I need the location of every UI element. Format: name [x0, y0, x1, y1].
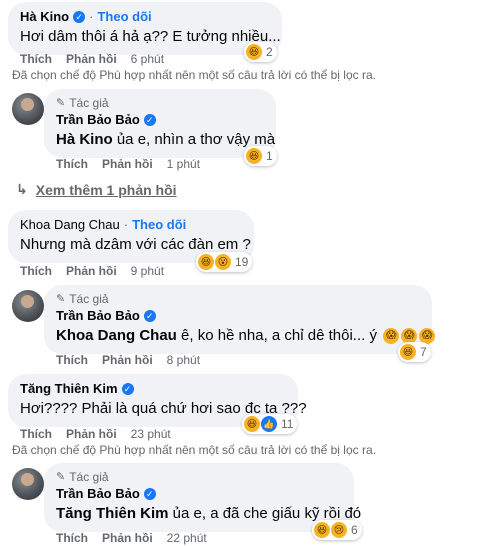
haha-icon: 😆 — [314, 522, 330, 538]
reply-bubble: ✎ Tác giả Trần Bảo Bảo ✓ Khoa Dang Chau … — [44, 285, 436, 354]
separator-dot: · — [123, 217, 129, 232]
reply-actions: Thích Phản hồi 1 phút — [56, 157, 200, 171]
pen-icon: ✎ — [56, 97, 66, 109]
reaction-summary[interactable]: 😆 😢 6 — [312, 520, 362, 540]
reaction-count: 7 — [420, 345, 427, 359]
view-more-label: Xem thêm 1 phản hồi — [35, 181, 177, 198]
reaction-count: 2 — [266, 45, 273, 59]
comment-actions: Thích Phản hồi 6 phút — [20, 52, 164, 66]
verified-icon: ✓ — [73, 11, 86, 23]
comment-author[interactable]: Khoa Dang Chau — [20, 217, 120, 233]
reaction-summary[interactable]: 😆 😮 19 — [196, 252, 253, 272]
comment-bubble: Hà Kino ✓ · Theo dõi Hơi dâm thôi á hả ạ… — [8, 2, 282, 55]
comment-author[interactable]: Hà Kino — [20, 9, 69, 25]
reaction-summary[interactable]: 😆 👍 11 — [242, 414, 298, 434]
reply-bubble: ✎ Tác giả Trần Bảo Bảo ✓ Tăng Thiên Kim … — [44, 463, 362, 532]
avatar[interactable] — [12, 93, 44, 125]
reply-actions: Thích Phản hồi 22 phút — [56, 531, 207, 545]
like-button[interactable]: Thích — [20, 264, 52, 278]
timestamp[interactable]: 22 phút — [167, 531, 207, 545]
timestamp[interactable]: 9 phút — [131, 264, 164, 278]
avatar[interactable] — [12, 468, 44, 500]
timestamp[interactable]: 8 phút — [167, 353, 200, 367]
reaction-count: 1 — [266, 149, 273, 163]
reaction-count: 6 — [351, 523, 358, 537]
reaction-summary[interactable]: 😆 2 — [244, 42, 277, 62]
mention-link[interactable]: Khoa Dang Chau — [56, 327, 177, 344]
mention-link[interactable]: Hà Kino — [56, 131, 113, 148]
haha-icon: 😆 — [246, 148, 262, 164]
reaction-count: 11 — [281, 417, 294, 431]
haha-icon: 😆 — [246, 44, 262, 60]
timestamp[interactable]: 6 phút — [131, 52, 164, 66]
view-more-replies[interactable]: ↳ Xem thêm 1 phản hồi — [16, 181, 177, 198]
reply-author[interactable]: Trần Bảo Bảo — [56, 486, 140, 502]
reply-text: Khoa Dang Chau ê, ko hề nha, a chỉ dê th… — [56, 326, 436, 346]
verified-icon: ✓ — [143, 310, 156, 322]
comment-actions: Thích Phản hồi 9 phút — [20, 264, 164, 278]
verified-icon: ✓ — [121, 383, 134, 395]
comment-actions: Thích Phản hồi 23 phút — [20, 427, 171, 441]
reply-actions: Thích Phản hồi 8 phút — [56, 353, 200, 367]
like-button[interactable]: Thích — [20, 52, 52, 66]
reaction-count: 19 — [235, 255, 249, 269]
pen-icon: ✎ — [56, 471, 66, 483]
reply-button[interactable]: Phản hồi — [66, 52, 117, 66]
follow-button[interactable]: Theo dõi — [132, 217, 186, 233]
sad-icon: 😢 — [331, 522, 347, 538]
reply-button[interactable]: Phản hồi — [102, 157, 153, 171]
haha-icon: 😆 — [198, 254, 214, 270]
reply-button[interactable]: Phản hồi — [102, 531, 153, 545]
reaction-summary[interactable]: 😆 7 — [398, 342, 431, 362]
comment-author[interactable]: Tăng Thiên Kim — [20, 381, 118, 397]
filter-notice: Đã chọn chế độ Phù hợp nhất nên một số c… — [12, 68, 376, 82]
reaction-summary[interactable]: 😆 1 — [244, 146, 277, 166]
reply-text: Hà Kino ủa e, nhìn a thơ vậy mà — [56, 131, 276, 148]
wow-icon: 😮 — [215, 254, 231, 270]
timestamp[interactable]: 23 phút — [131, 427, 171, 441]
reply-text: Tăng Thiên Kim ủa e, a đã che giấu kỹ rồ… — [56, 505, 362, 522]
like-button[interactable]: Thích — [56, 353, 88, 367]
author-tag: Tác giả — [69, 470, 109, 484]
reply-author[interactable]: Trần Bảo Bảo — [56, 112, 140, 128]
reply-arrow-icon: ↳ — [16, 181, 28, 197]
reply-button[interactable]: Phản hồi — [102, 353, 153, 367]
reply-button[interactable]: Phản hồi — [66, 427, 117, 441]
pen-icon: ✎ — [56, 293, 66, 305]
author-tag: Tác giả — [69, 292, 109, 306]
scream-icon: 😱 — [383, 328, 400, 345]
haha-icon: 😆 — [400, 344, 416, 360]
like-button[interactable]: Thích — [56, 531, 88, 545]
like-icon: 👍 — [261, 416, 277, 432]
comment-text: Hơi dâm thôi á hả ạ?? E tưởng nhiều... — [20, 28, 281, 45]
filter-notice: Đã chọn chế độ Phù hợp nhất nên một số c… — [12, 443, 376, 457]
reply-author[interactable]: Trần Bảo Bảo — [56, 308, 140, 324]
like-button[interactable]: Thích — [56, 157, 88, 171]
author-tag: Tác giả — [69, 96, 109, 110]
timestamp[interactable]: 1 phút — [167, 157, 200, 171]
haha-icon: 😆 — [244, 416, 260, 432]
separator-dot: · — [89, 9, 94, 24]
reply-button[interactable]: Phản hồi — [66, 264, 117, 278]
like-button[interactable]: Thích — [20, 427, 52, 441]
reply-bubble: ✎ Tác giả Trần Bảo Bảo ✓ Hà Kino ủa e, n… — [44, 89, 276, 158]
verified-icon: ✓ — [143, 114, 156, 126]
verified-icon: ✓ — [143, 488, 156, 500]
mention-link[interactable]: Tăng Thiên Kim — [56, 505, 169, 522]
avatar[interactable] — [12, 290, 44, 322]
follow-button[interactable]: Theo dõi — [97, 9, 151, 25]
